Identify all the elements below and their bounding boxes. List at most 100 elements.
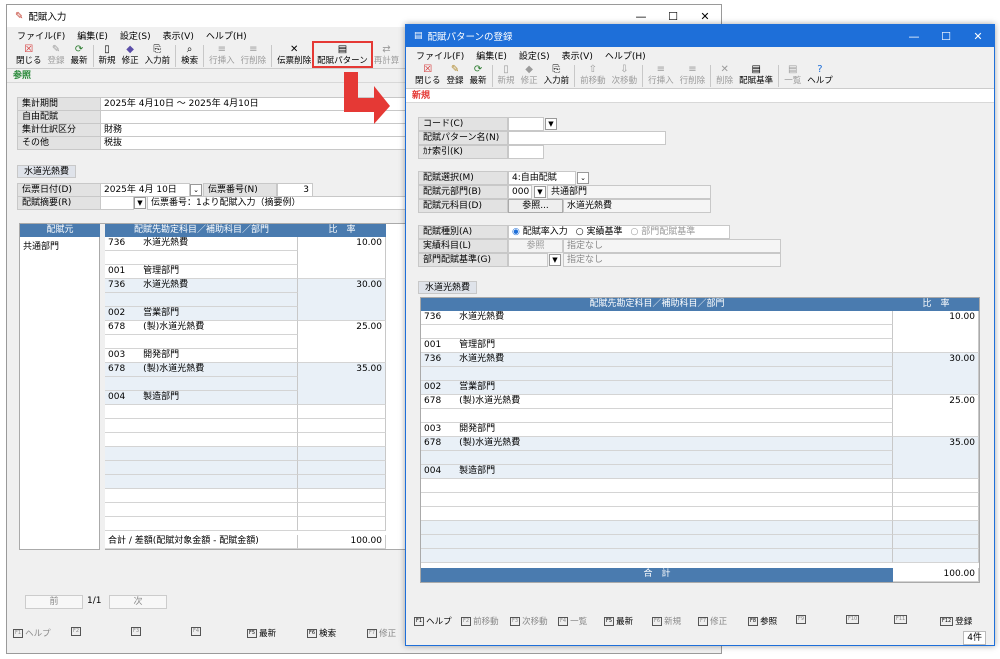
d-f7-edit[interactable]: F7 修正 <box>698 615 727 627</box>
grid-row-cell[interactable]: 736 水道光熱費 <box>421 311 893 325</box>
grid-row-cell[interactable]: 678 (製)水道光熱費 <box>105 321 298 335</box>
empty-rate-cell[interactable] <box>298 489 386 503</box>
empty-rate-cell[interactable] <box>298 461 386 475</box>
main-section-tab[interactable]: 水道光熱費 <box>17 165 77 178</box>
grid-row-cell[interactable]: 004 製造部門 <box>105 391 298 405</box>
dialog-maximize-button[interactable]: ☐ <box>930 25 962 47</box>
empty-row-cell[interactable] <box>421 479 893 493</box>
insert-row-tool[interactable]: ≡ 行挿入 <box>206 43 238 66</box>
d-next-move-tool[interactable]: ⇩ 次移動 <box>609 63 641 86</box>
delete-row-tool[interactable]: ≡ 行削除 <box>238 43 270 66</box>
d-list-tool[interactable]: ▤ 一覧 <box>781 63 804 86</box>
src-dept-dropdown[interactable]: ▼ <box>534 186 546 198</box>
grid-rate-cell[interactable]: 25.00 <box>893 395 979 437</box>
code-dropdown[interactable]: ▼ <box>545 118 557 130</box>
allocation-pattern-tool[interactable]: ▤ 配賦パターン <box>312 41 373 68</box>
empty-row-cell[interactable] <box>421 493 893 507</box>
dialog-menu-settings[interactable]: 設定(S) <box>519 49 550 62</box>
menu-edit[interactable]: 編集(E) <box>77 29 108 42</box>
pager-prev-button[interactable]: 前 <box>25 595 83 609</box>
grid-rate-cell[interactable]: 25.00 <box>298 321 386 363</box>
empty-row-cell[interactable] <box>105 433 298 447</box>
d-edit-tool[interactable]: ◆ 修正 <box>518 63 541 86</box>
empty-rate-cell[interactable] <box>298 447 386 461</box>
grid-rate-cell[interactable]: 35.00 <box>893 437 979 479</box>
kana-field[interactable] <box>508 145 544 159</box>
empty-rate-cell[interactable] <box>893 535 979 549</box>
main-f5-refresh[interactable]: F5 最新 <box>247 627 276 639</box>
main-f3[interactable]: F3 <box>131 627 143 636</box>
d-register-tool[interactable]: ✎ 登録 <box>444 63 467 86</box>
menu-view[interactable]: 表示(V) <box>163 29 194 42</box>
code-field[interactable] <box>508 117 544 131</box>
grid-row-cell[interactable] <box>105 377 298 391</box>
main-f1-help[interactable]: F1 ヘルプ <box>13 627 51 639</box>
d-delete-tool[interactable]: ✕ 削除 <box>713 63 736 86</box>
grid-row-cell[interactable] <box>421 367 893 381</box>
grid-row-cell[interactable]: 003 開発部門 <box>105 349 298 363</box>
alloc-select-dropdown[interactable]: ⌄ <box>577 172 589 184</box>
source-value[interactable]: 共通部門 <box>23 239 59 252</box>
dept-basis-field[interactable] <box>508 253 548 267</box>
kind-rate-radio[interactable]: ◉ 配賦率入力 <box>512 226 568 238</box>
d-prev-move-tool[interactable]: ⇧ 前移動 <box>577 63 609 86</box>
d-f1-help[interactable]: F1 ヘルプ <box>414 615 452 627</box>
empty-rate-cell[interactable] <box>298 475 386 489</box>
empty-rate-cell[interactable] <box>893 507 979 521</box>
empty-rate-cell[interactable] <box>298 419 386 433</box>
empty-row-cell[interactable] <box>105 419 298 433</box>
grid-row-cell[interactable]: 003 開発部門 <box>421 423 893 437</box>
empty-rate-cell[interactable] <box>298 433 386 447</box>
voucher-field[interactable]: 3 <box>277 183 313 197</box>
d-f6-new[interactable]: F6 新規 <box>652 615 681 627</box>
pager-next-button[interactable]: 次 <box>109 595 167 609</box>
kind-dept-radio[interactable]: ○ 部門配賦基準 <box>631 226 696 238</box>
grid-rate-cell[interactable]: 10.00 <box>298 237 386 279</box>
grid-row-cell[interactable]: 001 管理部門 <box>421 339 893 353</box>
grid-row-cell[interactable] <box>421 451 893 465</box>
empty-rate-cell[interactable] <box>893 479 979 493</box>
empty-row-cell[interactable] <box>105 517 298 531</box>
main-f4[interactable]: F4 <box>191 627 203 636</box>
grid-row-cell[interactable]: 002 営業部門 <box>421 381 893 395</box>
d-f10[interactable]: F10 <box>846 615 861 624</box>
d-f4-list[interactable]: F4 一覧 <box>558 615 587 627</box>
empty-row-cell[interactable] <box>105 405 298 419</box>
grid-row-cell[interactable]: 736 水道光熱費 <box>105 237 298 251</box>
grid-rate-cell[interactable]: 10.00 <box>893 311 979 353</box>
d-f9[interactable]: F9 <box>796 615 808 624</box>
grid-rate-cell[interactable]: 35.00 <box>298 363 386 405</box>
dept-basis-dropdown[interactable]: ▼ <box>549 254 561 266</box>
empty-row-cell[interactable] <box>421 507 893 521</box>
previous-input-tool[interactable]: ⎘ 入力前 <box>142 43 174 66</box>
menu-file[interactable]: ファイル(F) <box>17 29 65 42</box>
d-f11[interactable]: F11 <box>894 615 909 624</box>
empty-row-cell[interactable] <box>105 489 298 503</box>
search-tool[interactable]: ⌕ 検索 <box>178 43 201 66</box>
empty-row-cell[interactable] <box>105 503 298 517</box>
grid-row-cell[interactable]: 002 営業部門 <box>105 307 298 321</box>
memo-dropdown[interactable]: ▼ <box>134 197 146 209</box>
grid-row-cell[interactable]: 004 製造部門 <box>421 465 893 479</box>
close-tool[interactable]: ☒ 閉じる <box>13 43 45 66</box>
empty-row-cell[interactable] <box>421 549 893 563</box>
grid-row-cell[interactable]: 678 (製)水道光熱費 <box>105 363 298 377</box>
src-dept-code-field[interactable]: 000 <box>508 185 532 199</box>
empty-rate-cell[interactable] <box>893 549 979 563</box>
kind-actual-radio[interactable]: ○ 実績基準 <box>576 226 623 238</box>
grid-rate-cell[interactable]: 30.00 <box>893 353 979 395</box>
grid-row-cell[interactable] <box>105 251 298 265</box>
dialog-menu-edit[interactable]: 編集(E) <box>476 49 507 62</box>
d-f5-refresh[interactable]: F5 最新 <box>604 615 633 627</box>
dialog-menu-view[interactable]: 表示(V) <box>562 49 593 62</box>
grid-row-cell[interactable]: 001 管理部門 <box>105 265 298 279</box>
new-tool[interactable]: ▯ 新規 <box>96 43 119 66</box>
dialog-menu-file[interactable]: ファイル(F) <box>416 49 464 62</box>
edit-tool[interactable]: ◆ 修正 <box>119 43 142 66</box>
empty-row-cell[interactable] <box>105 461 298 475</box>
src-acct-ref-button[interactable]: 参照... <box>508 199 563 213</box>
empty-rate-cell[interactable] <box>893 521 979 535</box>
main-f2[interactable]: F2 <box>71 627 83 636</box>
grid-row-cell[interactable] <box>105 293 298 307</box>
grid-row-cell[interactable]: 736 水道光熱費 <box>421 353 893 367</box>
